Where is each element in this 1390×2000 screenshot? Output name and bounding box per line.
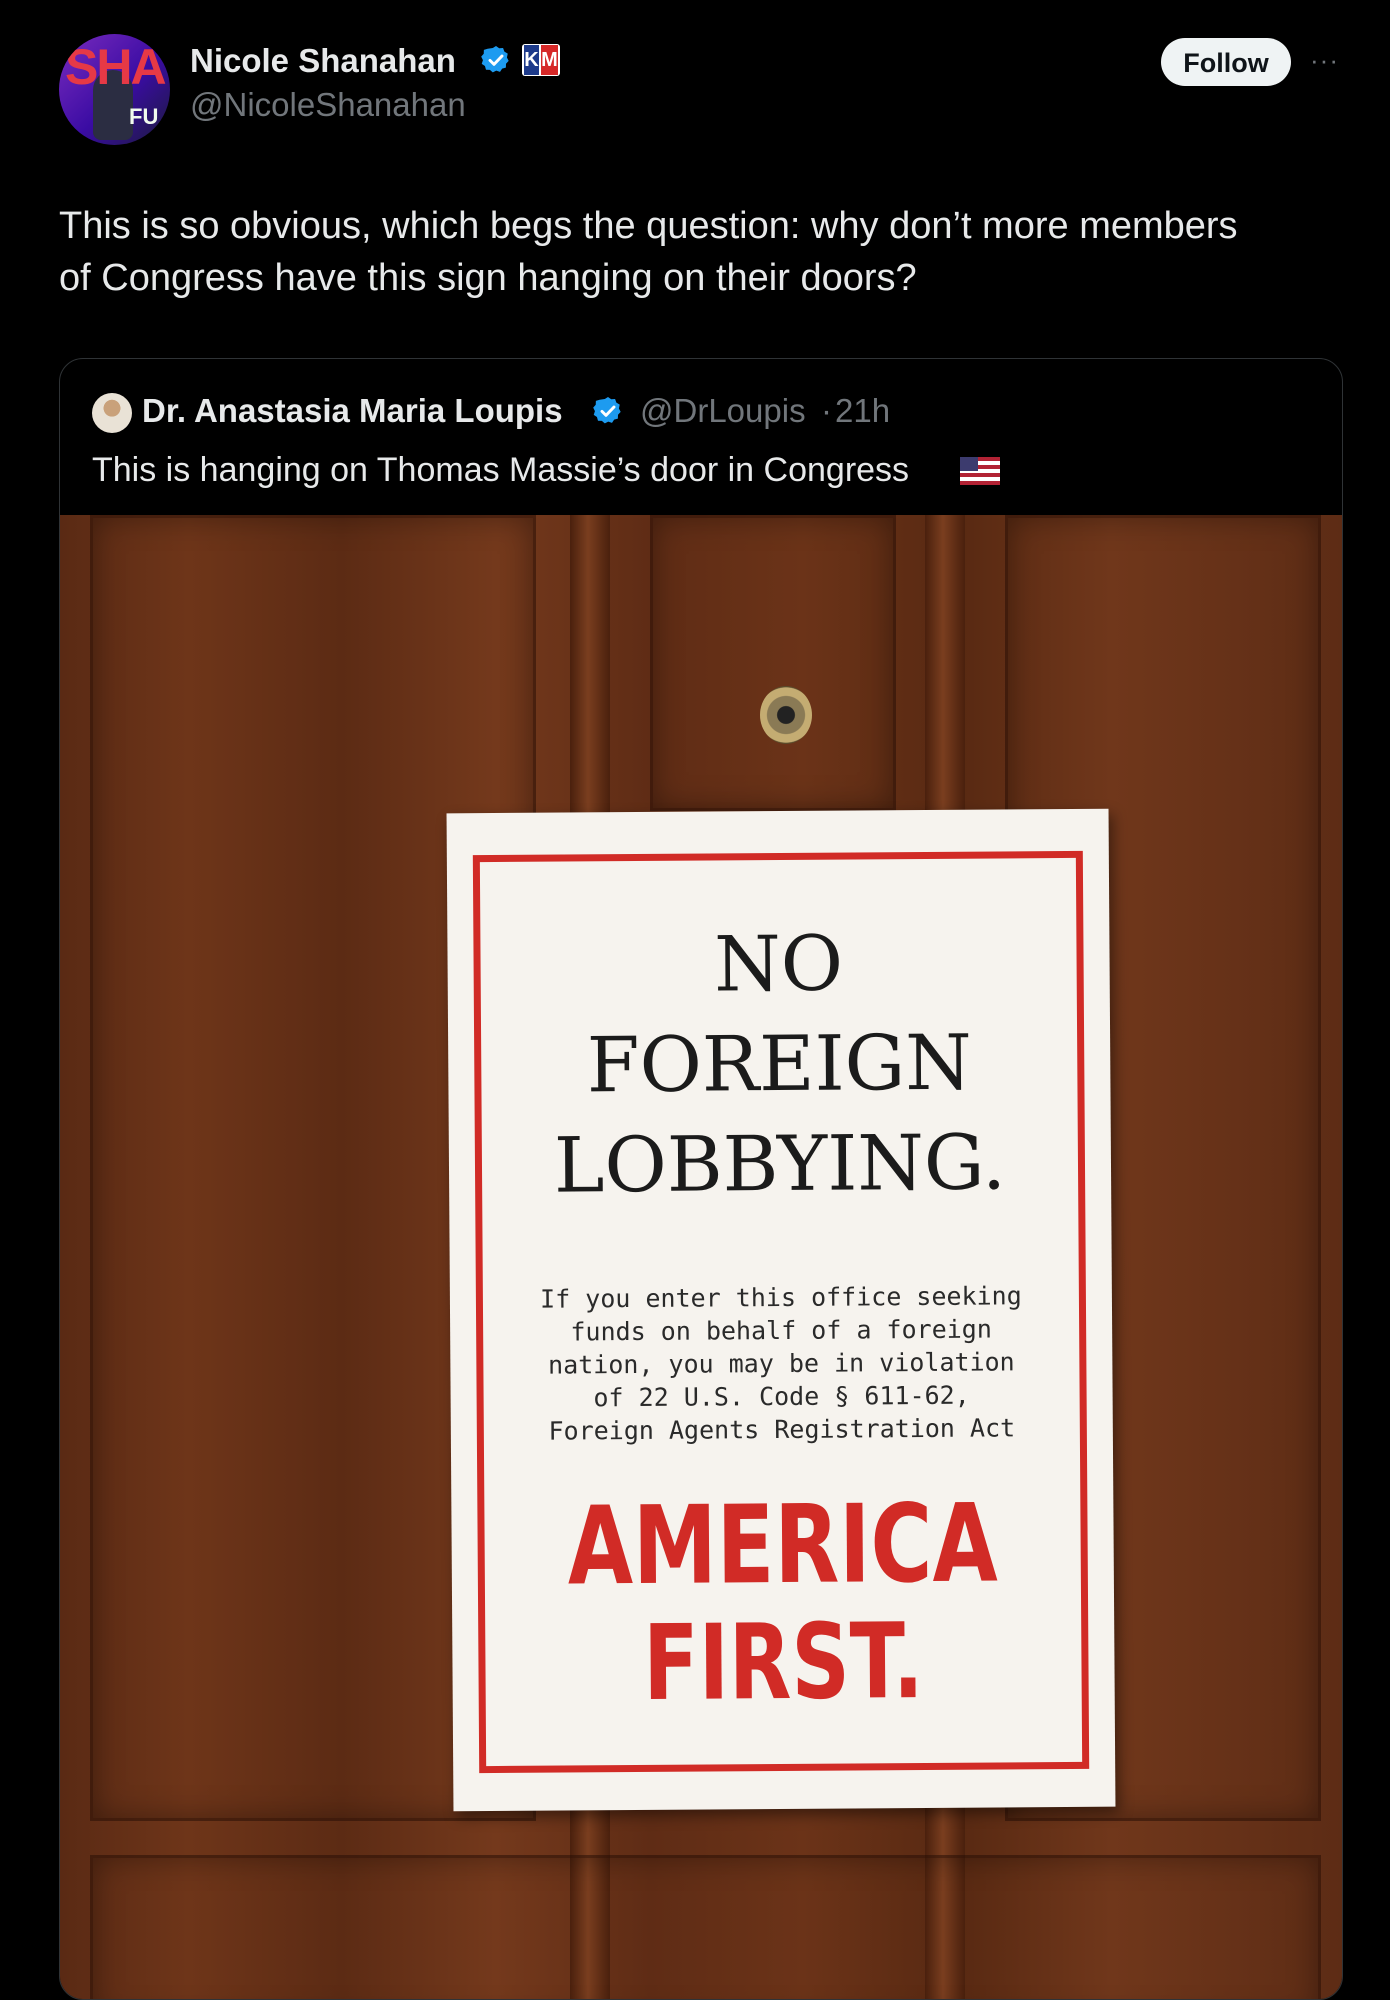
author-avatar[interactable]: SHA FU [59,34,170,145]
sign-headline-line: LOBBYING. [553,1117,1007,1210]
affiliate-badge-right: M [541,45,558,75]
avatar-text: SHA [65,39,167,95]
quote-author-avatar[interactable] [92,393,132,433]
sign-body-line: Foreign Agents Registration Act [548,1413,1016,1446]
sign-body-line: If you enter this office seeking [539,1281,1022,1314]
sign-headline-line: FOREIGN [586,1017,973,1110]
more-options-icon[interactable]: ··· [1310,47,1340,73]
sign-body-line: funds on behalf of a foreign [570,1314,992,1347]
quote-text: This is hanging on Thomas Massie’s door … [92,451,910,489]
quote-author-name[interactable]: Dr. Anastasia Maria Loupis [142,392,563,430]
sign-body-line: nation, you may be in violation [547,1347,1015,1380]
tweet-text: This is so obvious, which begs the quest… [59,200,1339,304]
quote-timestamp[interactable]: 21h [835,392,890,430]
quote-author-handle[interactable]: @DrLoupis [640,392,806,430]
quoted-tweet-card[interactable]: Dr. Anastasia Maria Loupis @DrLoupis · 2… [59,358,1343,2000]
follow-button[interactable]: Follow [1161,38,1291,86]
door-sign: NO FOREIGN LOBBYING. If you enter this o… [446,808,1116,1812]
sign-body: If you enter this office seeking funds o… [540,1279,1023,1447]
quote-separator: · [821,392,832,429]
door-panel [90,1855,1321,1999]
affiliate-badge-icon[interactable]: K M [522,44,560,76]
door-peephole [760,686,812,744]
tweet-text-line: of Congress have this sign hanging on th… [59,257,917,299]
author-name[interactable]: Nicole Shanahan [190,42,456,80]
us-flag-icon [960,457,1000,485]
avatar-subtext: FU [129,104,159,129]
tweet-text-line: This is so obvious, which begs the quest… [59,205,1238,247]
verified-badge-icon [593,397,621,424]
sign-body-line: of 22 U.S. Code § 611-62, [593,1380,970,1413]
door-photo[interactable]: NO FOREIGN LOBBYING. If you enter this o… [60,515,1342,1999]
sign-headline-line: NO [713,918,844,1009]
sign-slogan-line: AMERICA [567,1481,998,1610]
sign-slogan-line: FIRST. [642,1600,925,1724]
author-handle[interactable]: @NicoleShanahan [190,86,466,124]
door-panel [650,515,896,811]
affiliate-badge-left: K [524,45,539,75]
verified-badge-icon [481,46,509,73]
